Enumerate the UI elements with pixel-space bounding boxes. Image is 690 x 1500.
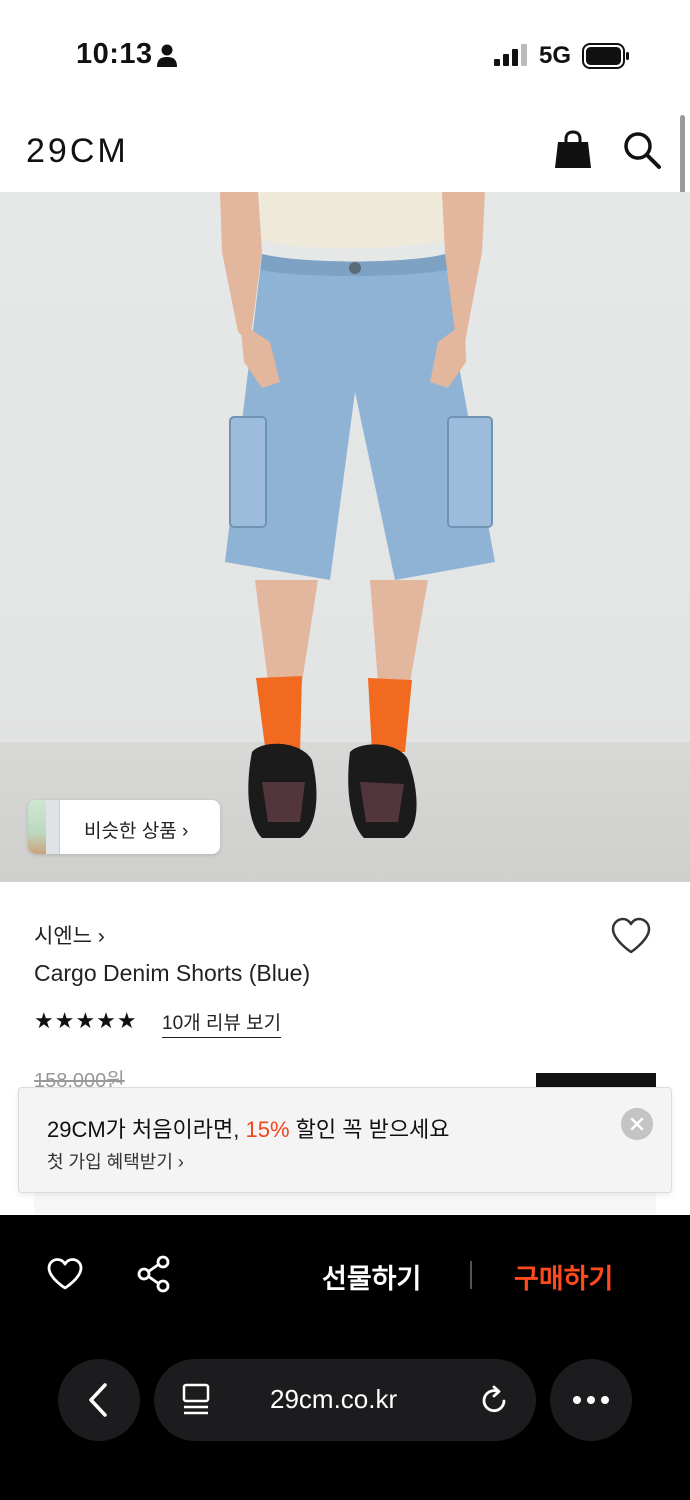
action-divider bbox=[470, 1261, 472, 1289]
more-button[interactable] bbox=[550, 1359, 632, 1441]
reader-icon[interactable] bbox=[182, 1383, 210, 1417]
person-icon bbox=[157, 44, 177, 67]
brand-link[interactable]: 시엔느 › bbox=[34, 920, 105, 950]
product-image[interactable] bbox=[0, 192, 690, 882]
gift-button[interactable]: 선물하기 bbox=[322, 1257, 421, 1296]
product-photo bbox=[220, 192, 495, 838]
search-icon[interactable] bbox=[622, 130, 662, 170]
review-link[interactable]: 10개 리뷰 보기 bbox=[162, 1008, 282, 1038]
url-text: 29cm.co.kr bbox=[270, 1384, 398, 1414]
banner-discount: 15% bbox=[245, 1117, 290, 1142]
signup-banner: 29CM가 처음이라면, 15% 할인 꼭 받으세요 첫 가입 혜택받기 › bbox=[18, 1087, 672, 1193]
shopping-bag-icon[interactable] bbox=[554, 130, 592, 170]
share-icon[interactable] bbox=[136, 1255, 172, 1293]
banner-message: 29CM가 처음이라면, 15% 할인 꼭 받으세요 bbox=[47, 1112, 450, 1144]
similar-products-button[interactable]: 비슷한 상품 › bbox=[28, 800, 220, 854]
reload-icon[interactable] bbox=[480, 1383, 510, 1415]
signal-icon bbox=[494, 44, 527, 66]
app-header: 29CM bbox=[0, 110, 690, 192]
product-name: Cargo Denim Shorts (Blue) bbox=[34, 960, 311, 986]
rating-stars: ★★★★★ bbox=[34, 1008, 138, 1033]
browser-toolbar: 29cm.co.kr bbox=[0, 1325, 690, 1500]
brand-logo[interactable]: 29CM bbox=[26, 132, 129, 171]
battery-icon bbox=[582, 43, 629, 69]
status-time: 10:13 bbox=[76, 38, 153, 70]
heart-icon[interactable] bbox=[46, 1257, 84, 1291]
signup-benefit-link[interactable]: 첫 가입 혜택받기 › bbox=[47, 1148, 184, 1174]
similar-thumbnail bbox=[46, 800, 60, 854]
status-bar: 10:13 5G bbox=[0, 0, 690, 110]
buy-button[interactable]: 구매하기 bbox=[514, 1257, 613, 1296]
banner-message-prefix: 29CM가 처음이라면, bbox=[47, 1117, 246, 1142]
purchase-action-bar: 선물하기 구매하기 bbox=[0, 1215, 690, 1325]
network-label: 5G bbox=[539, 42, 572, 69]
more-dots-icon bbox=[573, 1396, 609, 1404]
similar-products-label: 비슷한 상품 › bbox=[84, 821, 189, 842]
heart-icon[interactable] bbox=[610, 916, 652, 956]
similar-thumbnail bbox=[28, 800, 46, 854]
address-bar[interactable]: 29cm.co.kr bbox=[154, 1359, 536, 1441]
close-icon[interactable] bbox=[621, 1108, 653, 1140]
banner-message-suffix: 할인 꼭 받으세요 bbox=[289, 1117, 450, 1142]
chevron-left-icon bbox=[89, 1383, 107, 1417]
back-button[interactable] bbox=[58, 1359, 140, 1441]
